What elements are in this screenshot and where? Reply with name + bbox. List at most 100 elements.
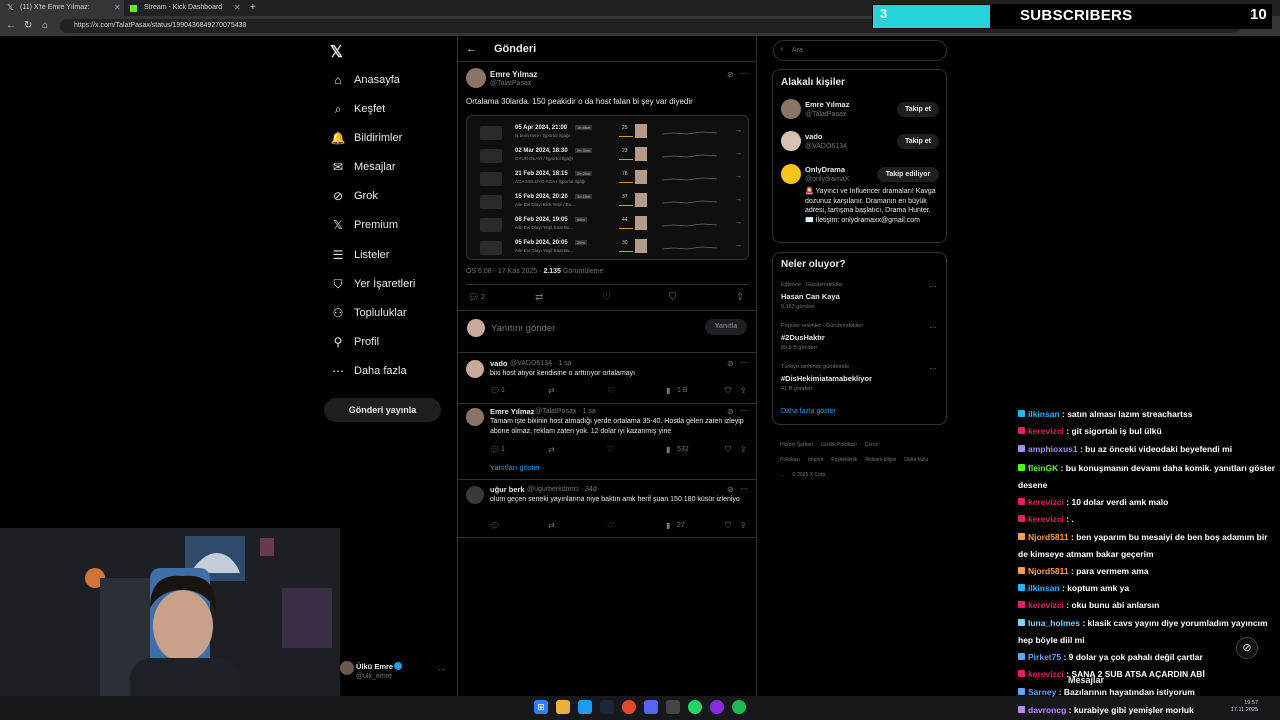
chat-username[interactable]: Sarney xyxy=(1028,687,1056,697)
tweet-image[interactable]: 05 Apr 2024, 21:00 İş bura nere / İşporto… xyxy=(466,115,749,260)
more-icon[interactable]: ⋯ xyxy=(740,406,748,415)
chevron-right-icon[interactable]: → xyxy=(735,219,742,226)
chevron-right-icon[interactable]: → xyxy=(735,150,742,157)
footer-link[interactable]: Reklam bilgisi xyxy=(865,457,896,463)
chat-username[interactable]: Njord5811 xyxy=(1028,566,1069,576)
chat-username[interactable]: amphioxus1 xyxy=(1028,444,1078,454)
follow-button[interactable]: Takip et xyxy=(897,134,939,149)
footer-link[interactable]: Hizmet Şartları xyxy=(780,442,813,448)
bookmark-icon[interactable]: ⛉ xyxy=(725,521,731,531)
tab-x-post[interactable]: 𝕏 (11) X'te Emre Yılmaz: "@VADO6134 ✕ xyxy=(0,0,124,27)
retweet-icon[interactable]: ⇄ xyxy=(548,521,555,530)
reply-input[interactable]: Yanıtını gönder xyxy=(491,323,555,334)
trend-name[interactable]: #DisHekimiatamabekliyor xyxy=(781,374,872,383)
author-name[interactable]: Emre Yılmaz xyxy=(490,70,537,79)
reply-author[interactable]: uğur berk xyxy=(490,485,525,494)
reply-icon[interactable]: 💬︎ xyxy=(490,521,500,530)
like-icon[interactable]: ♡ xyxy=(602,292,611,303)
bookmark-icon[interactable]: ⛉ xyxy=(725,386,731,396)
discord-icon[interactable] xyxy=(644,700,658,714)
chat-username[interactable]: Njord5811 xyxy=(1028,532,1069,542)
more-icon[interactable]: ⋯ xyxy=(438,665,446,674)
follow-button[interactable]: Takip et xyxy=(897,102,939,117)
more-icon[interactable]: ⋯ xyxy=(929,282,937,291)
grok-icon[interactable]: ⊘ xyxy=(727,70,734,79)
account-name[interactable]: Ülkü Emre xyxy=(356,662,393,671)
more-icon[interactable]: ⋯ xyxy=(929,364,937,373)
retweet-icon[interactable]: ⇄ xyxy=(535,292,543,303)
retweet-icon[interactable]: ⇄ xyxy=(548,386,555,395)
avatar[interactable] xyxy=(340,661,354,675)
reply-icon[interactable]: 💬︎ xyxy=(490,386,500,395)
grok-icon[interactable]: ⊘ xyxy=(727,485,734,494)
more-icon[interactable]: ⋯ xyxy=(740,358,748,367)
steam-icon[interactable] xyxy=(600,700,614,714)
avatar[interactable] xyxy=(466,360,484,378)
retweet-icon[interactable]: ⇄ xyxy=(548,445,555,454)
browser-icon[interactable] xyxy=(622,700,636,714)
avatar[interactable] xyxy=(781,164,801,184)
reload-icon[interactable]: ↻ xyxy=(24,19,32,33)
nav-item[interactable]: ✉ Mesajlar xyxy=(330,157,396,177)
chat-username[interactable]: ilkinsan xyxy=(1028,409,1060,419)
chevron-right-icon[interactable]: → xyxy=(735,242,742,249)
reply-handle[interactable]: @VADO6134 · 1 sa xyxy=(510,360,571,367)
more-icon[interactable]: ⋯ xyxy=(740,69,748,78)
share-icon[interactable]: ⇪ xyxy=(740,445,747,454)
nav-item[interactable]: ⋯ Daha fazla xyxy=(330,361,407,381)
footer-link[interactable]: © 2025 X Corp. xyxy=(792,472,827,478)
trend-name[interactable]: Hasan Can Kaya xyxy=(781,292,840,301)
person-name[interactable]: vado xyxy=(805,132,823,141)
folder-icon[interactable] xyxy=(556,700,570,714)
nav-item[interactable]: 🔔 Bildirimler xyxy=(330,128,403,148)
reply-icon[interactable]: 💬︎ xyxy=(468,292,479,303)
chat-username[interactable]: kerevizci xyxy=(1028,514,1064,524)
chat-username[interactable]: Pirket75 xyxy=(1028,652,1061,662)
follow-button[interactable]: Takip ediliyor xyxy=(877,167,939,182)
trend-name[interactable]: #2DusHaktır xyxy=(781,333,825,342)
grok-icon[interactable]: ⊘ xyxy=(727,359,734,368)
reply-handle[interactable]: @ugurberkdmrci · 34d xyxy=(527,486,597,493)
new-tab-button[interactable]: + xyxy=(250,0,256,16)
show-more-link[interactable]: Daha fazla göster xyxy=(781,408,836,415)
chat-username[interactable]: ilkinsan xyxy=(1028,583,1060,593)
footer-link[interactable]: Gizlilik Politikası xyxy=(821,442,857,448)
app-icon[interactable] xyxy=(666,700,680,714)
grok-icon[interactable]: ⊘ xyxy=(727,407,734,416)
more-icon[interactable]: ⋯ xyxy=(740,484,748,493)
chevron-right-icon[interactable]: → xyxy=(735,196,742,203)
nav-item[interactable]: ⌕ Keşfet xyxy=(330,99,386,119)
person-name[interactable]: OnlyDrama xyxy=(805,165,845,174)
more-icon[interactable]: ⋯ xyxy=(929,323,937,332)
windows-start-icon[interactable]: ⊞ xyxy=(534,700,548,714)
like-icon[interactable]: ♡ xyxy=(607,445,614,454)
edge-icon[interactable] xyxy=(578,700,592,714)
chat-username[interactable]: kerevizci xyxy=(1028,426,1064,436)
share-icon[interactable]: ⇪ xyxy=(740,386,747,395)
close-icon[interactable]: ✕ xyxy=(234,0,241,16)
search-input[interactable]: Ara xyxy=(773,40,947,61)
chat-username[interactable]: kerevizci xyxy=(1028,600,1064,610)
spotify-icon[interactable] xyxy=(732,700,746,714)
author-handle[interactable]: @TalatPasax xyxy=(490,80,531,87)
nav-item[interactable]: ⚇ Topluluklar xyxy=(330,303,407,323)
show-replies-link[interactable]: Yanıtları göster xyxy=(490,463,540,472)
nav-item[interactable]: ⊘ Grok xyxy=(330,186,378,206)
avatar[interactable] xyxy=(466,408,484,426)
nav-item[interactable]: 𝕏 Premium xyxy=(330,215,398,235)
nav-item[interactable]: ⛉ Yer İşaretleri xyxy=(330,274,415,294)
whatsapp-icon[interactable] xyxy=(688,700,702,714)
nav-item[interactable]: ⚲ Profil xyxy=(330,332,379,352)
avatar[interactable] xyxy=(781,99,801,119)
chevron-right-icon[interactable]: → xyxy=(735,173,742,180)
chat-username[interactable]: luna_holmes xyxy=(1028,618,1080,628)
share-icon[interactable]: ⇪ xyxy=(740,521,747,530)
nav-item[interactable]: ☰ Listeler xyxy=(330,245,390,265)
reply-author[interactable]: Emre Yılmaz xyxy=(490,407,534,416)
avatar[interactable] xyxy=(781,131,801,151)
avatar[interactable] xyxy=(466,486,484,504)
back-arrow-icon[interactable]: ← xyxy=(466,43,477,55)
person-name[interactable]: Emre Yılmaz xyxy=(805,100,849,109)
bookmark-icon[interactable]: ⛉ xyxy=(669,292,677,303)
reply-submit-button[interactable]: Yanıtla xyxy=(705,319,747,335)
